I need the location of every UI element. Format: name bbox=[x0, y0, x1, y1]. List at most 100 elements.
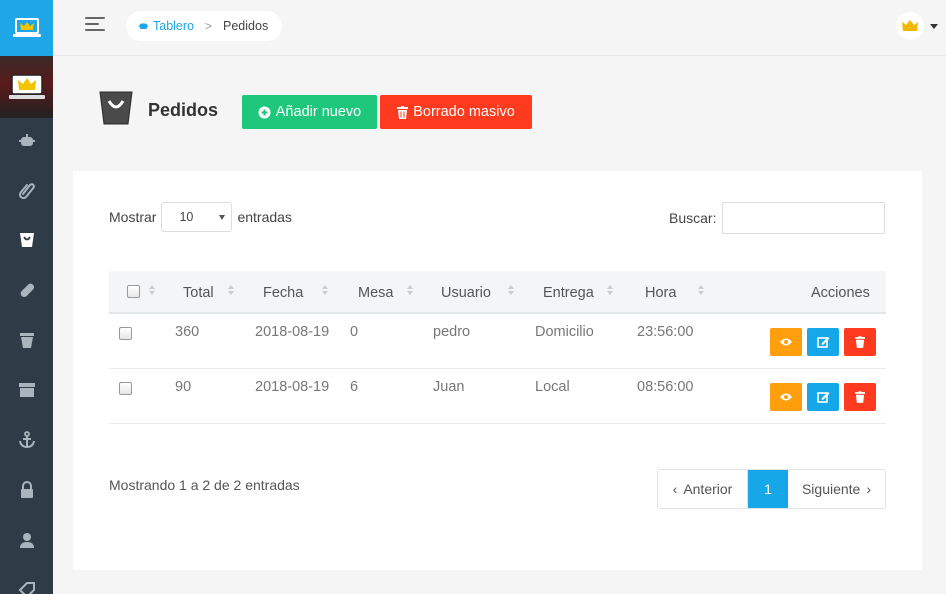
add-new-label: Añadir nuevo bbox=[275, 104, 362, 120]
table-row: 90 2018-08-19 6 Juan Local 08:56:00 bbox=[109, 369, 886, 424]
delete-button[interactable] bbox=[844, 328, 876, 356]
nav-attachments[interactable] bbox=[0, 170, 53, 210]
chevron-down-icon bbox=[930, 23, 938, 29]
sort-icon[interactable] bbox=[607, 285, 613, 297]
nav-orders[interactable] bbox=[0, 220, 53, 260]
cell-usuario: Juan bbox=[433, 379, 465, 395]
cell-mesa: 0 bbox=[350, 324, 359, 340]
dish-icon bbox=[138, 23, 149, 30]
search-control: Buscar: bbox=[669, 202, 886, 234]
nav-users[interactable] bbox=[0, 520, 53, 560]
eye-icon bbox=[780, 393, 792, 401]
column-label: Total bbox=[183, 284, 214, 301]
delete-button[interactable] bbox=[844, 383, 876, 411]
crown-laptop-logo-icon bbox=[12, 18, 41, 37]
cell-fecha: 2018-08-19 bbox=[255, 324, 330, 340]
row-checkbox[interactable] bbox=[119, 327, 132, 340]
search-input[interactable] bbox=[722, 202, 886, 234]
pagination: ‹ Anterior 1 Siguiente › bbox=[657, 469, 886, 509]
cell-entrega: Domicilio bbox=[535, 324, 594, 340]
nav-drinks[interactable] bbox=[0, 320, 53, 360]
nav-anchor[interactable] bbox=[0, 420, 53, 460]
show-label: Mostrar bbox=[109, 209, 157, 225]
nav-medications[interactable] bbox=[0, 270, 53, 310]
nav-products[interactable] bbox=[0, 370, 53, 410]
cell-total: 360 bbox=[175, 324, 200, 340]
view-button[interactable] bbox=[770, 383, 802, 411]
chevron-left-icon: ‹ bbox=[672, 481, 678, 497]
column-header-entrega[interactable]: Entrega bbox=[543, 271, 594, 314]
column-label: Acciones bbox=[811, 284, 870, 301]
chevron-right-icon: › bbox=[866, 481, 872, 497]
crown-icon bbox=[902, 20, 918, 31]
box-icon bbox=[18, 383, 35, 397]
entries-length-select[interactable]: 10 bbox=[161, 202, 233, 232]
app-logo[interactable] bbox=[0, 0, 53, 56]
column-label: Usuario bbox=[441, 284, 491, 301]
edit-icon bbox=[816, 392, 829, 403]
next-label: Siguiente bbox=[801, 481, 861, 497]
trash-icon bbox=[855, 336, 865, 348]
menu-toggle-button[interactable] bbox=[85, 17, 107, 37]
nav-security[interactable] bbox=[0, 470, 53, 510]
user-icon bbox=[19, 533, 34, 548]
cell-usuario: pedro bbox=[433, 324, 471, 340]
cell-mesa: 6 bbox=[350, 379, 359, 395]
cell-fecha: 2018-08-19 bbox=[255, 379, 330, 395]
column-header-fecha[interactable]: Fecha bbox=[263, 271, 303, 314]
bulk-delete-label: Borrado masivo bbox=[413, 104, 515, 120]
select-caret-icon bbox=[219, 215, 226, 220]
breadcrumb-home-label: Tablero bbox=[153, 19, 194, 33]
edit-icon bbox=[816, 337, 829, 348]
column-label: Entrega bbox=[543, 284, 594, 301]
pagination-prev-button[interactable]: ‹ Anterior bbox=[658, 470, 748, 508]
breadcrumb: Tablero > Pedidos bbox=[126, 11, 283, 41]
orders-card: Mostrar 10 entradas Buscar: Total Fecha … bbox=[73, 171, 922, 570]
lock-icon bbox=[20, 481, 33, 498]
user-menu[interactable] bbox=[896, 12, 938, 40]
page-title: Pedidos bbox=[148, 100, 219, 120]
paperclip-icon bbox=[18, 183, 35, 199]
column-header-usuario[interactable]: Usuario bbox=[441, 271, 491, 314]
sort-icon[interactable] bbox=[407, 285, 413, 297]
search-label: Buscar: bbox=[669, 210, 717, 226]
bulk-delete-button[interactable]: Borrado masivo bbox=[380, 95, 532, 129]
row-checkbox[interactable] bbox=[119, 382, 132, 395]
page-bag-icon bbox=[99, 91, 133, 128]
pagination-page-button[interactable]: 1 bbox=[748, 470, 788, 508]
select-all-checkbox[interactable] bbox=[127, 285, 140, 298]
edit-button[interactable] bbox=[807, 383, 839, 411]
column-header-hora[interactable]: Hora bbox=[645, 271, 676, 314]
table-row: 360 2018-08-19 0 pedro Domicilio 23:56:0… bbox=[109, 314, 886, 369]
sort-icon[interactable] bbox=[698, 285, 704, 297]
column-header-mesa[interactable]: Mesa bbox=[358, 271, 393, 314]
anchor-icon bbox=[18, 431, 35, 449]
nav-dashboard[interactable] bbox=[0, 121, 53, 161]
breadcrumb-home-link[interactable]: Tablero bbox=[138, 19, 194, 33]
bag-icon bbox=[99, 91, 133, 125]
entries-length-value: 10 bbox=[179, 210, 194, 224]
prev-label: Anterior bbox=[683, 481, 733, 497]
column-header-acciones: Acciones bbox=[811, 271, 870, 314]
edit-button[interactable] bbox=[807, 328, 839, 356]
sort-icon[interactable] bbox=[149, 285, 155, 297]
sort-icon[interactable] bbox=[508, 285, 514, 297]
pill-icon bbox=[20, 283, 34, 298]
topbar: Tablero > Pedidos bbox=[53, 0, 946, 56]
column-label: Hora bbox=[645, 284, 677, 301]
add-new-button[interactable]: Añadir nuevo bbox=[242, 95, 377, 129]
plus-circle-icon bbox=[258, 106, 271, 118]
entries-label: entradas bbox=[237, 209, 292, 225]
trash-icon bbox=[855, 391, 865, 403]
nav-tags[interactable] bbox=[0, 570, 53, 594]
view-button[interactable] bbox=[770, 328, 802, 356]
table-header: Total Fecha Mesa Usuario Entrega Hora Ac… bbox=[109, 271, 886, 314]
pagination-next-button[interactable]: Siguiente › bbox=[788, 470, 885, 508]
sort-icon[interactable] bbox=[322, 285, 328, 297]
trash-icon bbox=[397, 105, 409, 119]
cell-hora: 23:56:00 bbox=[637, 324, 694, 340]
cell-hora: 08:56:00 bbox=[637, 379, 694, 395]
sidebar-profile[interactable] bbox=[0, 56, 53, 118]
column-header-total[interactable]: Total bbox=[183, 271, 214, 314]
sort-icon[interactable] bbox=[228, 285, 234, 297]
